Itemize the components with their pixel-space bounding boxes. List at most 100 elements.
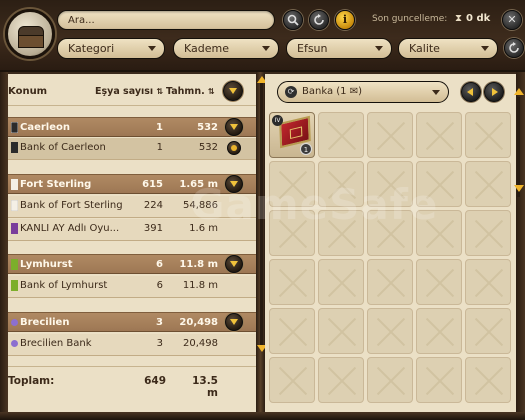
chevron-right-icon [492,88,498,96]
chevron-down-icon [230,124,238,130]
chevron-down-icon [481,46,489,51]
empty-slot[interactable] [318,357,364,403]
info-icon: i [342,13,348,26]
empty-slot[interactable] [465,210,511,256]
bank-name: Bank of Caerleon [20,142,106,153]
empty-slot[interactable] [367,259,413,305]
filter-quality[interactable]: Kalite [398,38,498,59]
search-input[interactable] [68,13,268,28]
collapse-button[interactable] [225,313,243,331]
refresh-button[interactable] [309,10,329,30]
table-header: Konum Eşya sayısı ⇅ Tahmn. ⇅ [8,74,256,106]
empty-slot[interactable] [367,308,413,354]
chevron-down-icon [375,46,383,51]
top-bar: i Son guncelleme: ⧗ 0 dk ✕ Kategori Kade… [0,0,525,72]
bank-estimate: 11.8 m [182,280,218,291]
empty-slot[interactable] [367,112,413,158]
chevron-down-icon [262,46,270,51]
collapse-button[interactable] [225,118,243,136]
group-row-caerleon[interactable]: Caerleon 1 532 [8,117,256,137]
bank-panel: ⟳ Banka (1 ✉) IV 1 [265,74,516,412]
empty-slot[interactable] [318,112,364,158]
bank-select[interactable]: ⟳ Banka (1 ✉) [277,81,449,103]
bank-name: Brecilien Bank [20,338,92,349]
filter-category-label: Kategori [68,42,115,55]
empty-slot[interactable] [416,112,462,158]
flag-icon [11,280,18,291]
last-update-value: 0 dk [466,13,491,24]
empty-slot[interactable] [465,112,511,158]
bank-row-caerleon[interactable]: Bank of Caerleon 1 532 [8,138,256,160]
filter-tier[interactable]: Kademe [173,38,279,59]
tier-badge: IV [272,115,283,126]
search-icon [287,14,299,26]
bank-icon: ⟳ [285,86,297,98]
group-name: Brecilien [20,317,70,328]
reset-filters-button[interactable] [504,38,524,58]
info-button[interactable]: i [335,10,355,30]
expand-all-button[interactable] [223,81,243,101]
bank-name: Bank of Fort Sterling [20,200,123,211]
empty-slot[interactable] [416,357,462,403]
empty-slot[interactable] [416,259,462,305]
column-location: Konum [8,86,48,97]
group-estimate: 11.8 m [179,259,218,270]
empty-slot[interactable] [465,259,511,305]
empty-slot[interactable] [269,357,315,403]
filter-category[interactable]: Kategori [57,38,165,59]
group-name: Fort Sterling [20,179,92,190]
total-label: Toplam: [8,375,55,387]
location-table: Konum Eşya sayısı ⇅ Tahmn. ⇅ Caerleon 1 … [8,74,256,412]
total-estimate: 13.5 m [192,375,218,399]
scroll-down-icon[interactable] [514,185,524,192]
filter-tier-label: Kademe [184,42,229,55]
flag-icon [11,179,18,190]
total-row: Toplam: 649 13.5 m [8,366,256,412]
item-slot[interactable]: IV 1 [269,112,315,158]
bank-count: 6 [156,280,163,291]
chevron-down-icon [432,90,440,95]
empty-slot[interactable] [318,308,364,354]
flag-icon [11,223,18,234]
close-button[interactable]: ✕ [502,10,522,30]
empty-slot[interactable] [465,308,511,354]
last-update-label: Son guncelleme: [372,14,448,24]
filter-enchant[interactable]: Efsun [286,38,392,59]
column-estimate[interactable]: Tahmn. ⇅ [166,86,215,97]
group-row-lymhurst[interactable]: Lymhurst 6 11.8 m [8,254,256,274]
coin-icon[interactable] [227,141,241,155]
prev-bank-button[interactable] [461,82,481,102]
empty-slot[interactable] [269,259,315,305]
empty-slot[interactable] [465,357,511,403]
bank-name: Bank of Lymhurst [20,280,108,291]
close-icon: ✕ [507,13,517,26]
brecilien-icon [11,340,18,347]
empty-slot[interactable] [465,161,511,207]
bank-row-brecilien[interactable]: Brecilien Bank 3 20,498 [8,334,256,356]
column-item-count[interactable]: Eşya sayısı ⇅ [95,86,163,97]
bank-count: 3 [156,338,163,349]
group-count: 1 [156,122,163,133]
next-bank-button[interactable] [484,82,504,102]
total-count: 649 [144,375,166,387]
right-scrollbar[interactable] [517,97,520,197]
bank-estimate: 532 [198,142,218,153]
collapse-button[interactable] [225,255,243,273]
empty-slot[interactable] [318,259,364,305]
search-box[interactable] [57,10,275,30]
empty-slot[interactable] [269,308,315,354]
group-estimate: 532 [197,122,218,133]
flag-icon [11,200,18,211]
column-estimate-label: Tahmn. [166,86,205,97]
search-button[interactable] [283,10,303,30]
hourglass-icon: ⧗ [455,13,463,24]
brecilien-icon [11,319,18,326]
watermark: GameSafe [190,180,439,229]
scroll-up-icon[interactable] [514,88,524,95]
bank-row-lymhurst[interactable]: Bank of Lymhurst 6 11.8 m [8,276,256,298]
empty-slot[interactable] [367,357,413,403]
group-row-brecilien[interactable]: Brecilien 3 20,498 [8,312,256,332]
empty-slot[interactable] [416,308,462,354]
bank-count: 1 [156,142,163,153]
refresh-icon [314,14,324,25]
